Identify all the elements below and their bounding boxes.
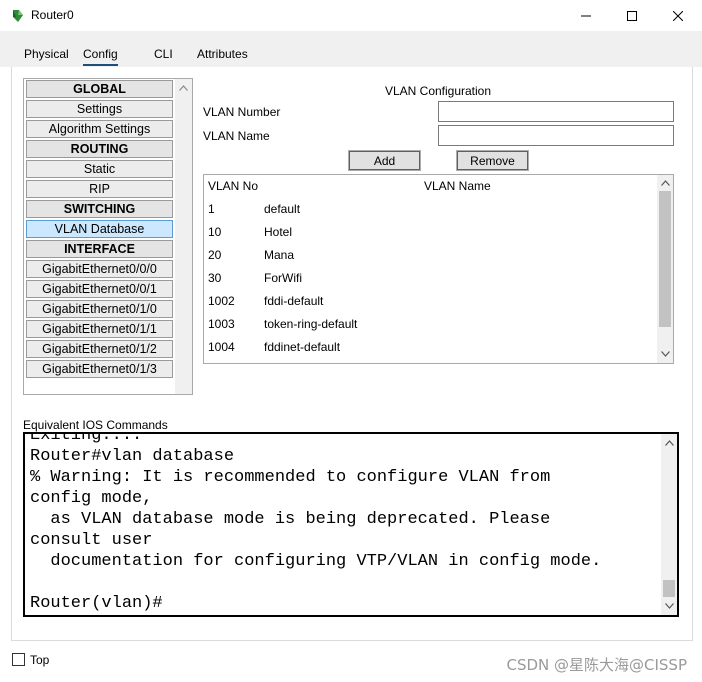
- sidebar-item-vlan-database[interactable]: VLAN Database: [26, 220, 173, 238]
- vlan-table: VLAN No VLAN Name 1 default 10 Hotel 20 …: [203, 174, 674, 364]
- chevron-up-icon: [661, 180, 670, 186]
- title-bar: Router0: [0, 0, 702, 31]
- sidebar-list: GLOBAL Settings Algorithm Settings ROUTI…: [25, 80, 175, 380]
- sidebar-item-algorithm-settings[interactable]: Algorithm Settings: [26, 120, 173, 138]
- sidebar-item-settings[interactable]: Settings: [26, 100, 173, 118]
- sidebar-section-global[interactable]: GLOBAL: [26, 80, 173, 98]
- watermark: CSDN @星陈大海@CISSP: [506, 656, 687, 674]
- scrollbar-thumb[interactable]: [659, 191, 671, 327]
- close-icon: [673, 10, 683, 21]
- vlan-number-cell: 1002: [208, 294, 235, 308]
- vlan-name-input[interactable]: [438, 125, 674, 146]
- vlan-number-cell: 1004: [208, 340, 235, 354]
- vlan-config-title: VLAN Configuration: [384, 84, 492, 98]
- maximize-button[interactable]: [609, 0, 655, 31]
- vlan-name-cell: token-ring-default: [264, 317, 358, 331]
- tab-attributes[interactable]: Attributes: [197, 47, 248, 61]
- sidebar-item-static[interactable]: Static: [26, 160, 173, 178]
- console-line: consult user: [30, 531, 153, 550]
- sidebar-item-gig0-0-0[interactable]: GigabitEthernet0/0/0: [26, 260, 173, 278]
- console-scrollbar[interactable]: [661, 434, 677, 615]
- sidebar-item-gig0-1-1[interactable]: GigabitEthernet0/1/1: [26, 320, 173, 338]
- vlan-name-cell: fddinet-default: [264, 340, 341, 354]
- chevron-down-icon: [661, 351, 670, 357]
- vlan-name-cell: ForWifi: [264, 271, 302, 285]
- sidebar-item-gig0-0-1[interactable]: GigabitEthernet0/0/1: [26, 280, 173, 298]
- console-line: Exiting....: [30, 432, 143, 445]
- vlan-number-cell: 1: [208, 202, 215, 216]
- sidebar-item-rip[interactable]: RIP: [26, 180, 173, 198]
- sidebar-item-gig0-1-3[interactable]: GigabitEthernet0/1/3: [26, 360, 173, 378]
- sidebar-item-gig0-1-0[interactable]: GigabitEthernet0/1/0: [26, 300, 173, 318]
- vlan-number-cell: 10: [208, 225, 222, 239]
- table-row[interactable]: 1 default: [204, 202, 654, 225]
- console-line: % Warning: It is recommended to configur…: [30, 468, 551, 487]
- sidebar-section-switching[interactable]: SWITCHING: [26, 200, 173, 218]
- scrollbar-thumb[interactable]: [663, 580, 675, 597]
- ios-commands-label: Equivalent IOS Commands: [23, 418, 168, 432]
- console-line: as VLAN database mode is being deprecate…: [30, 510, 551, 529]
- chevron-up-icon: [665, 440, 674, 446]
- vlan-name-cell: fddi-default: [264, 294, 324, 308]
- top-checkbox-label: Top: [30, 653, 50, 667]
- vlan-name-cell: Mana: [264, 248, 295, 262]
- sidebar-section-routing[interactable]: ROUTING: [26, 140, 173, 158]
- sidebar-item-gig0-1-2[interactable]: GigabitEthernet0/1/2: [26, 340, 173, 358]
- sidebar-section-interface[interactable]: INTERFACE: [26, 240, 173, 258]
- router-icon: [10, 8, 26, 24]
- table-row[interactable]: 30 ForWifi: [204, 271, 654, 294]
- sidebar-scrollbar[interactable]: [175, 79, 192, 394]
- vlan-name-cell: Hotel: [264, 225, 293, 239]
- add-vlan-button[interactable]: Add: [348, 150, 421, 171]
- vlan-number-cell: 30: [208, 271, 222, 285]
- console-line: Router#vlan database: [30, 447, 235, 466]
- tab-cli[interactable]: CLI: [154, 47, 173, 61]
- remove-vlan-button[interactable]: Remove: [456, 150, 529, 171]
- minimize-icon: [581, 15, 591, 16]
- console-output: Exiting.... Router#vlan database % Warni…: [30, 432, 602, 614]
- column-header-vlan-no: VLAN No: [208, 179, 259, 193]
- config-sidebar: GLOBAL Settings Algorithm Settings ROUTI…: [23, 78, 193, 395]
- console-line: config mode,: [30, 489, 153, 508]
- table-row[interactable]: 1002 fddi-default: [204, 294, 654, 317]
- table-row[interactable]: 20 Mana: [204, 248, 654, 271]
- vlan-name-label: VLAN Name: [203, 129, 270, 143]
- window-title: Router0: [31, 8, 74, 22]
- top-checkbox[interactable]: [12, 653, 25, 666]
- table-row[interactable]: 1004 fddinet-default: [204, 340, 654, 363]
- vlan-number-cell: 1003: [208, 317, 235, 331]
- chevron-up-icon: [179, 85, 188, 91]
- console-prompt: Router(vlan)#: [30, 594, 163, 613]
- column-header-vlan-name: VLAN Name: [424, 179, 491, 193]
- vlan-name-cell: default: [264, 202, 301, 216]
- maximize-icon: [627, 10, 637, 21]
- vlan-number-label: VLAN Number: [203, 105, 281, 119]
- tab-physical[interactable]: Physical: [24, 47, 69, 61]
- chevron-down-icon: [665, 603, 674, 609]
- table-row[interactable]: 10 Hotel: [204, 225, 654, 248]
- close-button[interactable]: [655, 0, 701, 31]
- ios-console[interactable]: Exiting.... Router#vlan database % Warni…: [23, 432, 679, 617]
- tab-bar: Physical Config CLI Attributes: [0, 31, 702, 67]
- table-row[interactable]: 1003 token-ring-default: [204, 317, 654, 340]
- vlan-table-scrollbar[interactable]: [657, 175, 673, 363]
- vlan-number-input[interactable]: [438, 101, 674, 122]
- minimize-button[interactable]: [563, 0, 609, 31]
- console-line: documentation for configuring VTP/VLAN i…: [30, 552, 602, 571]
- vlan-number-cell: 20: [208, 248, 222, 262]
- tab-config[interactable]: Config: [83, 47, 118, 66]
